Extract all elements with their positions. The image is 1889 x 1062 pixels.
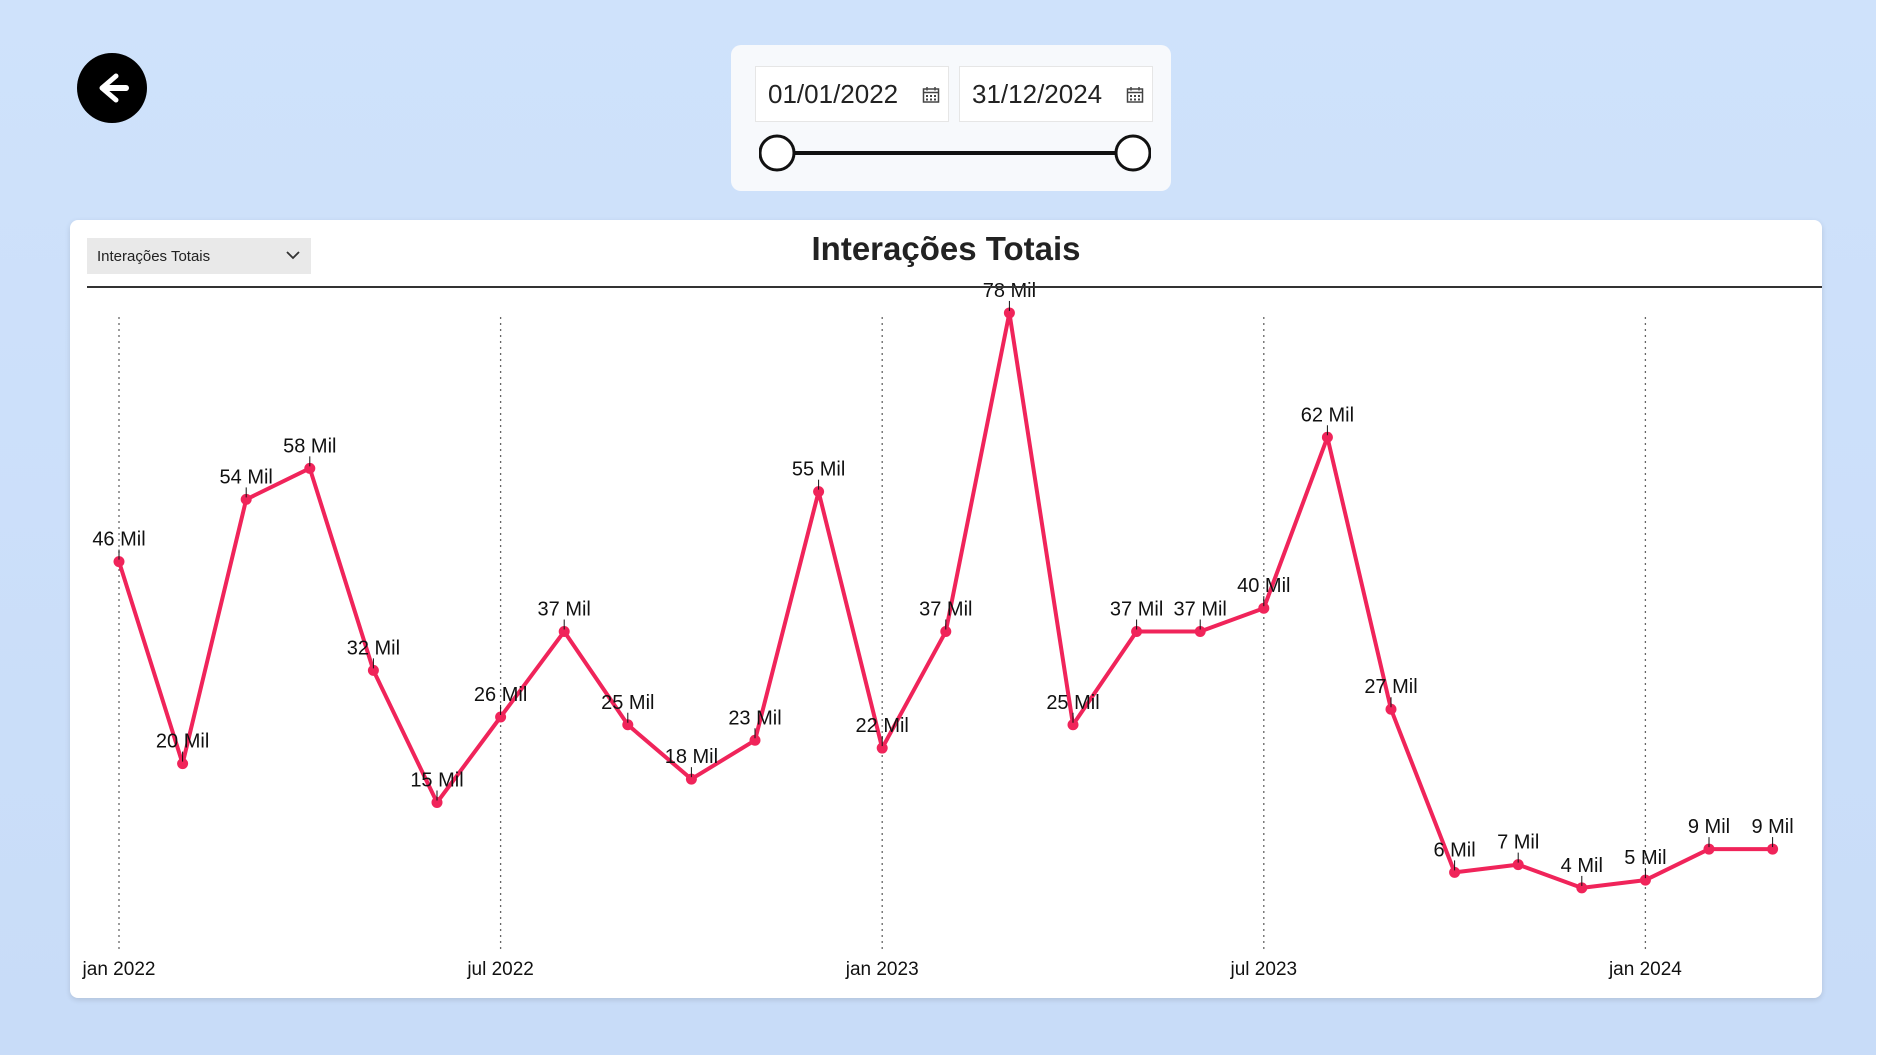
metric-dropdown-value: Interações Totais: [97, 247, 211, 265]
start-date-input[interactable]: 01/01/2022: [755, 66, 949, 122]
data-label: 27 Mil: [1364, 676, 1417, 698]
data-label: 22 Mil: [856, 715, 909, 737]
x-tick-label: jul 2022: [466, 959, 534, 980]
x-tick-label: jul 2023: [1230, 959, 1298, 980]
data-label: 37 Mil: [919, 599, 972, 621]
dashboard-page: 01/01/2022 31/12/2024 jan 2022 jul 2022 …: [0, 0, 1876, 1055]
data-label: 54 Mil: [220, 466, 273, 488]
x-tick-label: jan 2023: [845, 959, 919, 980]
data-label: 78 Mil: [983, 280, 1036, 302]
chart-card: jan 2022 jul 2022 jan 2023 jul 2023 jan 2024…: [70, 220, 1822, 998]
data-label: 15 Mil: [410, 769, 463, 791]
start-date-value: 01/01/2022: [768, 78, 899, 109]
calendar-icon[interactable]: [1126, 86, 1144, 104]
data-label: 37 Mil: [1174, 599, 1227, 621]
data-label: 5 Mil: [1624, 847, 1666, 869]
data-label: 20 Mil: [156, 731, 209, 753]
data-label: 58 Mil: [283, 435, 336, 457]
data-label: 9 Mil: [1688, 816, 1730, 838]
end-date-input[interactable]: 31/12/2024: [959, 66, 1153, 122]
data-label: 18 Mil: [665, 746, 718, 768]
arrow-left-icon: [99, 73, 129, 103]
data-label: 7 Mil: [1497, 832, 1539, 854]
data-label: 32 Mil: [347, 637, 400, 659]
data-label: 23 Mil: [728, 707, 781, 729]
data-label: 40 Mil: [1237, 575, 1290, 597]
slider-handle-end[interactable]: [1114, 134, 1151, 172]
calendar-icon[interactable]: [922, 86, 940, 104]
data-label: 37 Mil: [1110, 599, 1163, 621]
data-label: 26 Mil: [474, 684, 527, 706]
line-chart: jan 2022 jul 2022 jan 2023 jul 2023 jan 2024…: [82, 280, 1794, 980]
data-label: 6 Mil: [1433, 839, 1475, 861]
back-button[interactable]: [77, 53, 147, 123]
date-range-filter: 01/01/2022 31/12/2024: [731, 45, 1171, 191]
data-label: 9 Mil: [1751, 816, 1793, 838]
data-label: 62 Mil: [1301, 404, 1354, 426]
data-label: 55 Mil: [792, 459, 845, 481]
data-label: 37 Mil: [538, 599, 591, 621]
data-label: 4 Mil: [1561, 855, 1603, 877]
date-range-slider[interactable]: [759, 133, 1151, 173]
end-date-value: 31/12/2024: [972, 78, 1103, 109]
title-divider: [87, 286, 1822, 288]
x-tick-label: jan 2024: [1608, 959, 1682, 980]
x-tick-label: jan 2022: [82, 959, 156, 980]
data-label: 46 Mil: [92, 529, 145, 551]
metric-dropdown[interactable]: Interações Totais: [87, 238, 311, 274]
data-label: 25 Mil: [601, 692, 654, 714]
data-label: 25 Mil: [1046, 692, 1099, 714]
slider-handle-start[interactable]: [759, 134, 796, 172]
chevron-down-icon: [286, 251, 300, 260]
